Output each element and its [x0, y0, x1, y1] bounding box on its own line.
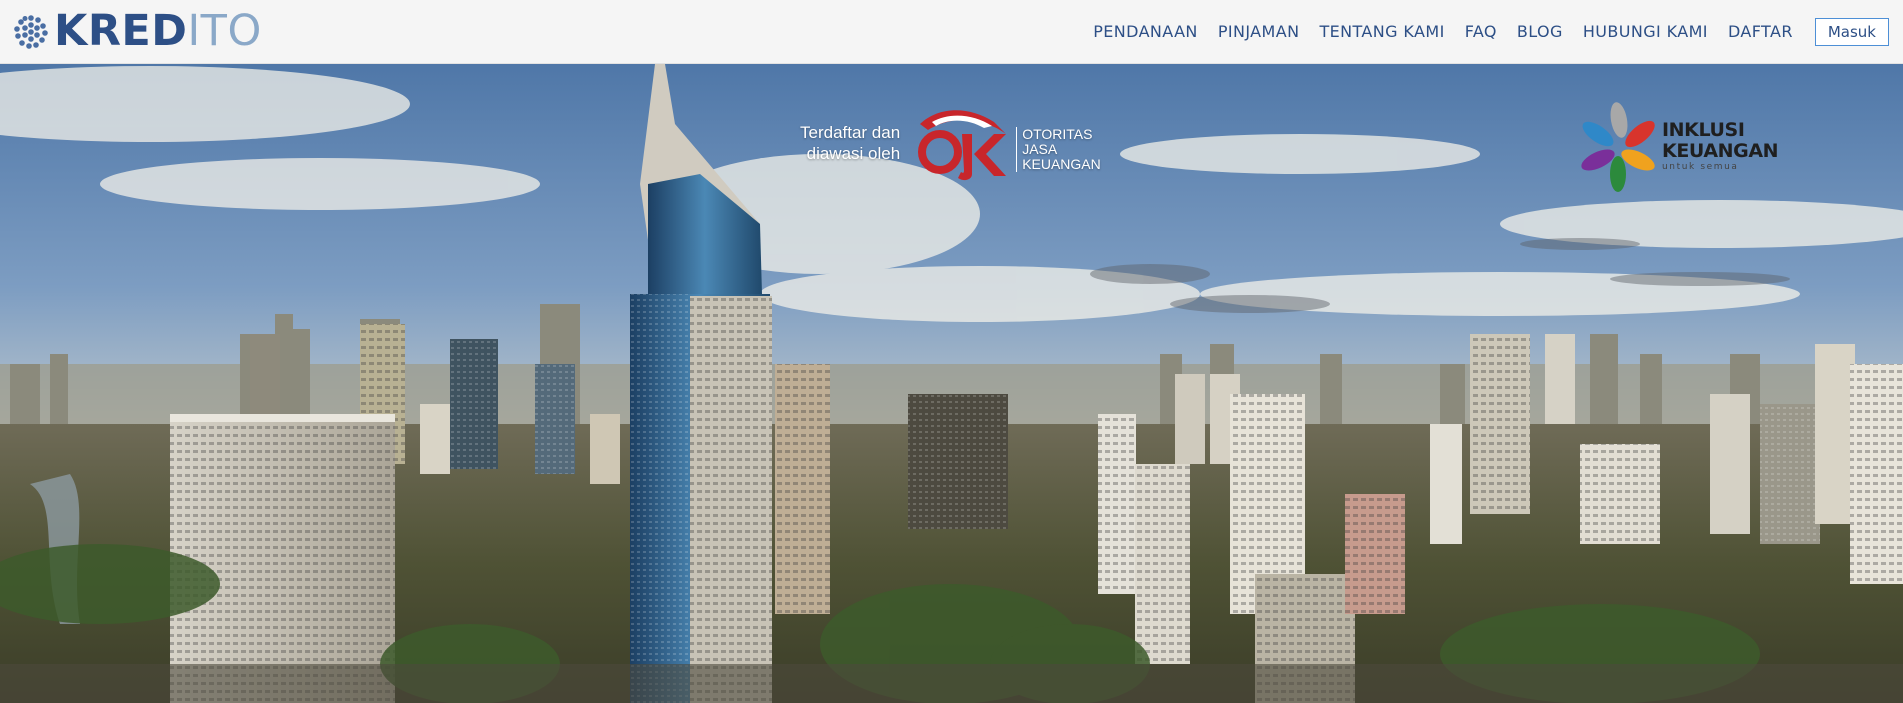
nav-item-pendanaan[interactable]: PENDANAAN	[1093, 22, 1198, 41]
brand-name-part1: KRED	[54, 6, 188, 56]
hero-banner: Terdaftar dan diawasi oleh OTORITAS JASA…	[0, 64, 1903, 703]
registration-line-2: diawasi oleh	[806, 144, 901, 163]
inklusi-tagline: untuk semua	[1662, 162, 1739, 172]
nav-item-blog[interactable]: BLOG	[1517, 22, 1563, 41]
login-button[interactable]: Masuk	[1814, 17, 1889, 46]
nav-item-hubungi-kami[interactable]: HUBUNGI KAMI	[1583, 22, 1708, 41]
ojk-registration-badge: Terdaftar dan diawasi oleh OTORITAS JASA…	[800, 104, 1101, 182]
ojk-wordmark: OTORITAS JASA KEUANGAN	[1016, 127, 1101, 172]
ojk-line-3: KEUANGAN	[1022, 156, 1101, 172]
dotted-circle-logo-icon	[14, 14, 48, 49]
inklusi-keuangan-badge: INKLUSI KEUANGAN untuk semua	[1576, 100, 1779, 200]
brand-logo[interactable]: KREDITO	[14, 10, 262, 53]
nav-item-pinjaman[interactable]: PINJAMAN	[1218, 22, 1300, 41]
ojk-line-2: JASA	[1022, 141, 1058, 157]
ojk-logo-icon: OTORITAS JASA KEUANGAN	[914, 104, 1101, 182]
registration-line-1: Terdaftar dan	[800, 123, 901, 142]
ojk-caption: Terdaftar dan diawasi oleh	[800, 122, 900, 164]
inklusi-line-2: KEUANGAN	[1662, 140, 1779, 162]
inklusi-wordmark: INKLUSI KEUANGAN untuk semua	[1662, 119, 1779, 173]
nav-item-tentang-kami[interactable]: TENTANG KAMI	[1319, 22, 1444, 41]
flower-petal-logo-icon	[1581, 102, 1655, 192]
main-nav: PENDANAAN PINJAMAN TENTANG KAMI FAQ BLOG…	[1093, 17, 1889, 46]
brand-name-part2: ITO	[187, 6, 262, 56]
nav-item-daftar[interactable]: DAFTAR	[1728, 22, 1793, 41]
brand-wordmark: KREDITO	[54, 10, 262, 53]
top-header: KREDITO PENDANAAN PINJAMAN TENTANG KAMI …	[0, 0, 1903, 64]
inklusi-line-1: INKLUSI	[1662, 119, 1745, 141]
nav-item-faq[interactable]: FAQ	[1465, 22, 1497, 41]
ojk-line-1: OTORITAS	[1022, 126, 1093, 142]
